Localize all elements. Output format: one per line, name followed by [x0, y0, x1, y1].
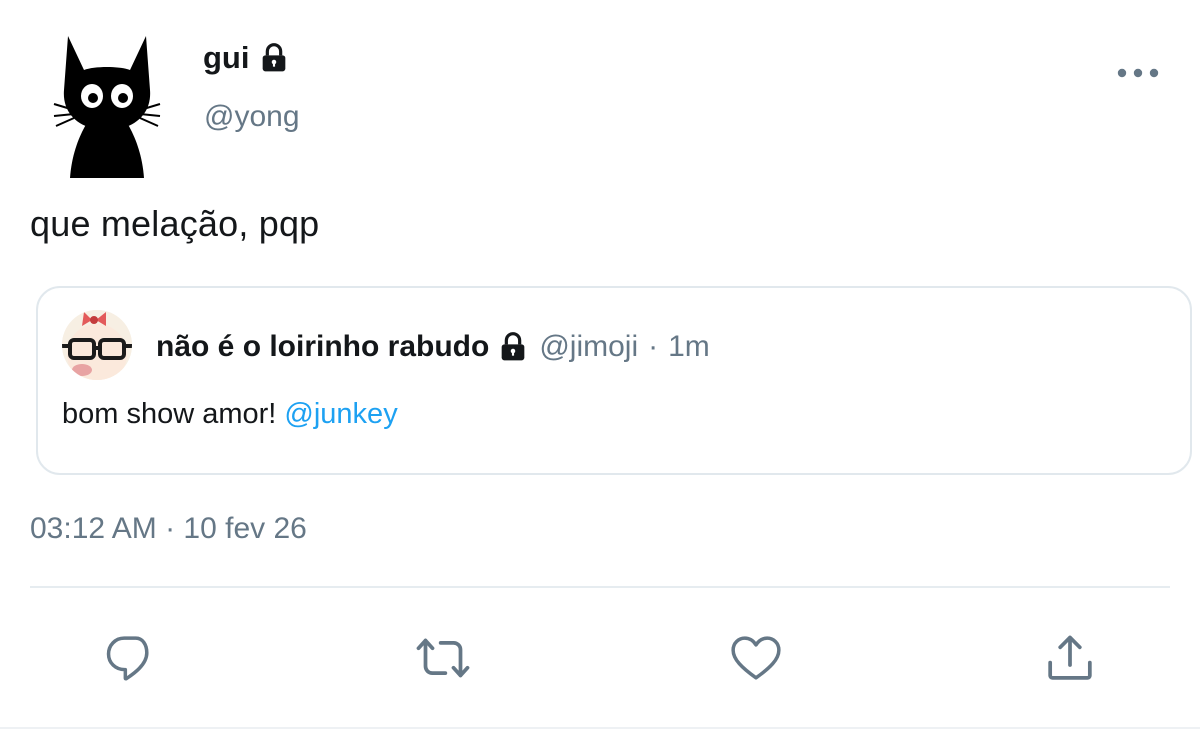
lock-icon — [501, 332, 525, 361]
share-button[interactable] — [1040, 628, 1100, 688]
tweet-text: que melação, pqp — [30, 203, 320, 244]
author-name-row[interactable]: gui — [203, 40, 290, 76]
reply-button[interactable] — [100, 628, 160, 688]
black-cat-icon — [53, 36, 161, 178]
quote-time: 1m — [668, 330, 710, 363]
retweet-icon — [416, 638, 470, 678]
share-icon — [1048, 635, 1092, 680]
author-name[interactable]: gui — [203, 40, 250, 76]
lock-icon — [262, 43, 285, 72]
divider — [30, 586, 1170, 588]
tweet-timestamp[interactable]: 03:12 AM · 10 fev 26 — [30, 512, 307, 546]
author-handle[interactable]: @yong — [204, 100, 300, 134]
more-options-icon[interactable] — [1116, 62, 1160, 84]
quote-separator: · — [648, 330, 659, 363]
quote-header: não é o loirinho rabudo @jimoji · 1m — [156, 330, 710, 364]
heart-icon — [731, 636, 781, 680]
quote-author-handle[interactable]: @jimoji — [539, 330, 638, 364]
quote-author-name[interactable]: não é o loirinho rabudo — [156, 330, 489, 364]
tweet-detail: gui @yong que melação, pqp não é o loiri… — [0, 0, 1200, 745]
quoted-tweet[interactable]: não é o loirinho rabudo @jimoji · 1m bom… — [36, 286, 1192, 475]
quote-author-avatar[interactable] — [62, 310, 132, 380]
quote-text-body: bom show amor! — [62, 398, 285, 430]
bottom-divider — [0, 727, 1200, 729]
retweet-button[interactable] — [413, 628, 473, 688]
author-avatar[interactable] — [52, 30, 162, 180]
quote-text: bom show amor! @junkey — [62, 398, 398, 431]
glasses-avatar-icon — [62, 310, 132, 380]
mention-link[interactable]: @junkey — [284, 398, 397, 430]
like-button[interactable] — [726, 628, 786, 688]
reply-icon — [106, 636, 149, 681]
